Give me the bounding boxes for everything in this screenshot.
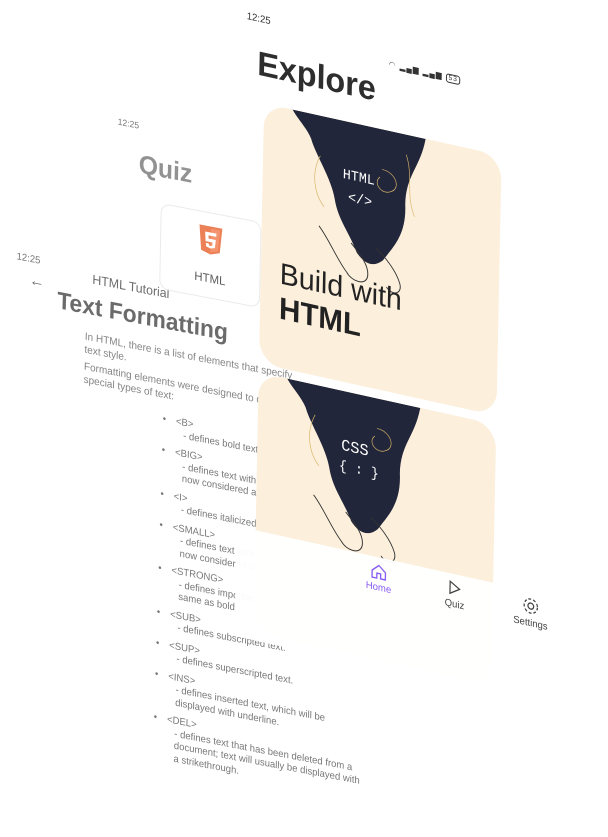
- home-icon: [371, 564, 387, 581]
- settings-icon: [523, 598, 539, 614]
- nav-label: Home: [365, 579, 392, 597]
- explore-screen: 12:25 ◠ ▂▄▆ ▂▄▆ 53 Explore HTML </> Buil…: [234, 6, 580, 730]
- arrow-left-icon[interactable]: ←: [29, 272, 45, 293]
- status-time: 12:25: [16, 251, 41, 267]
- nav-label: Quiz: [444, 597, 465, 613]
- page-title: Quiz: [138, 148, 193, 189]
- nav-quiz[interactable]: Quiz: [426, 574, 484, 617]
- quiz-icon: [449, 579, 461, 595]
- nav-home[interactable]: Home: [350, 557, 408, 600]
- nav-label: Settings: [513, 614, 548, 633]
- html5-logo-icon: [199, 224, 223, 255]
- wifi-icon: ◠: [388, 59, 397, 71]
- battery-icon: 53: [445, 73, 461, 86]
- status-bar: ◠ ▂▄▆ ▂▄▆ 53: [389, 60, 461, 86]
- status-time: 12:25: [117, 116, 140, 131]
- dark-flag-illustration: [292, 109, 426, 294]
- page-title: Explore: [256, 44, 377, 109]
- signal-icon: ▂▄▆: [399, 61, 420, 76]
- signal-icon: ▂▄▆: [422, 66, 443, 81]
- nav-settings[interactable]: Settings: [502, 591, 560, 636]
- status-time: 12:25: [246, 11, 271, 28]
- course-card-html[interactable]: HTML </> Build with HTML: [258, 103, 502, 416]
